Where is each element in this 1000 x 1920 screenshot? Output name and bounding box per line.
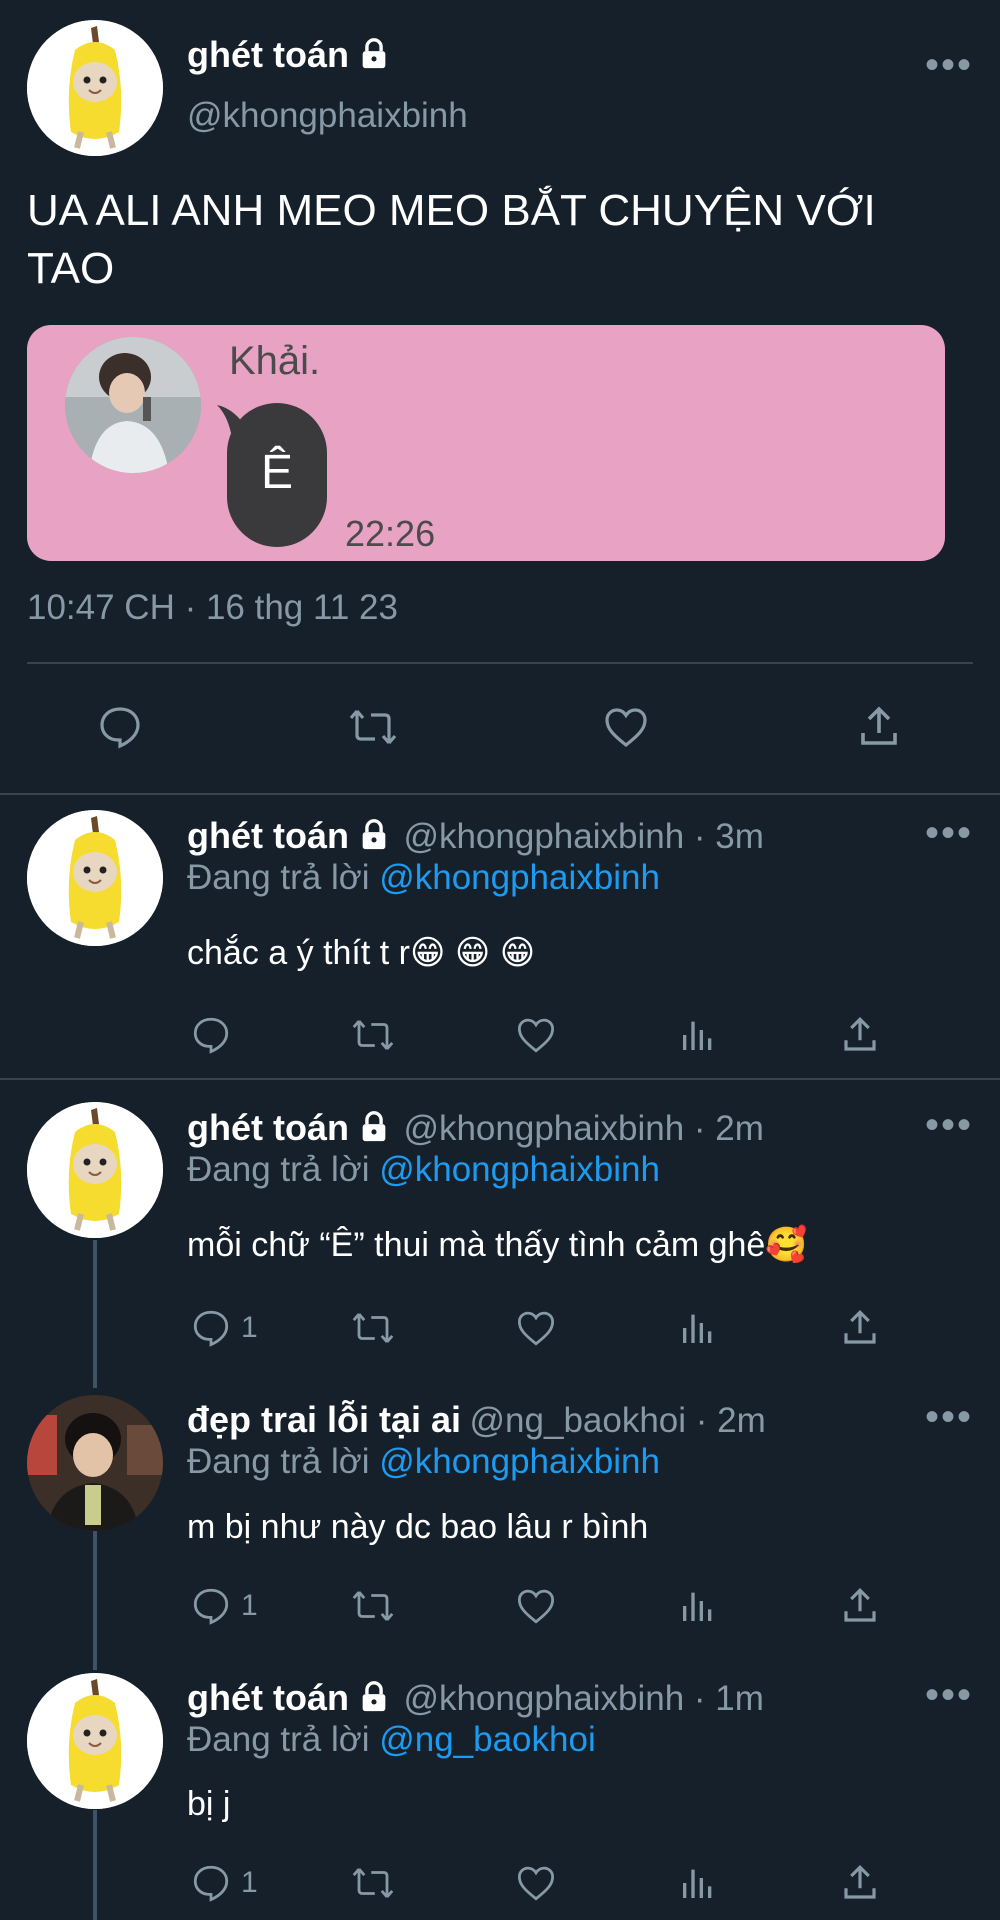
reply-text: chắc a ý thít t r😁 😁 😁 [187,934,536,972]
replying-to: Đang trả lời @khongphaixbinh [187,858,660,897]
avatar-banana-cat[interactable] [27,20,163,156]
replying-to: Đang trả lời @ng_baokhoi [187,1720,596,1759]
views-icon[interactable] [678,1304,718,1352]
display-name[interactable]: ghét toán [187,815,349,856]
user-handle[interactable]: @khongphaixbinh · 2m [403,1109,763,1148]
chat-time: 22:26 [345,513,436,554]
reply-text: m bị như này dc bao lâu r bình [187,1508,649,1546]
display-name[interactable]: ghét toán [187,34,349,75]
views-icon[interactable] [678,1582,718,1630]
avatar-banana-cat[interactable] [27,810,163,946]
display-name[interactable]: ghét toán [187,1107,349,1148]
retweet-icon[interactable] [348,1011,398,1059]
divider [27,662,973,664]
chat-sender-name: Khải. [229,339,321,383]
avatar-banana-cat[interactable] [27,1102,163,1238]
mention-link[interactable]: @khongphaixbinh [379,1442,660,1481]
share-icon[interactable] [839,1304,881,1352]
like-icon[interactable] [600,703,652,751]
like-icon[interactable] [513,1304,559,1352]
reply-icon[interactable] [189,1011,241,1059]
reply-text: mỗi chữ “Ê” thui mà thấy tình cảm ghê🥰 [187,1226,808,1264]
reply-header: ghét toán @khongphaixbinh · 2m [187,1107,764,1149]
retweet-icon[interactable] [348,1304,398,1352]
display-name[interactable]: ghét toán [187,1677,349,1718]
replying-to: Đang trả lời @khongphaixbinh [187,1150,660,1189]
avatar-banana-cat[interactable] [27,1673,163,1809]
reply-actions: 1 [0,1304,1000,1354]
retweet-icon[interactable] [348,1582,398,1630]
tweet-image[interactable]: Khải. Ê 22:26 [27,325,945,561]
reply-header: ghét toán @khongphaixbinh · 1m [187,1677,764,1719]
user-handle[interactable]: @khongphaixbinh · 1m [403,1679,763,1718]
reply-icon[interactable]: 1 [189,1582,258,1630]
user-handle[interactable]: @khongphaixbinh · 3m [403,817,763,856]
more-options-icon[interactable]: ••• [925,1675,973,1715]
share-icon[interactable] [839,1582,881,1630]
reply-text: bị j [187,1785,231,1823]
chat-bubble: Ê [217,403,327,547]
reply-header: đẹp trai lỗi tại ai @ng_baokhoi · 2m [187,1399,766,1441]
lock-icon [357,818,391,857]
share-icon[interactable] [839,1011,881,1059]
more-options-icon[interactable]: ••• [925,45,973,85]
more-options-icon[interactable]: ••• [925,813,973,853]
reply-icon[interactable]: 1 [189,1859,258,1907]
divider [0,793,1000,795]
like-icon[interactable] [513,1582,559,1630]
divider [0,1078,1000,1080]
chat-avatar [65,337,201,473]
share-icon[interactable] [855,703,903,751]
reply-actions: 1 [0,1582,1000,1632]
mention-link[interactable]: @khongphaixbinh [379,1150,660,1189]
reply-icon[interactable]: 1 [189,1304,258,1352]
tweet-actions [0,703,1000,753]
views-icon[interactable] [678,1011,718,1059]
avatar-user-photo[interactable] [27,1395,163,1531]
display-name[interactable]: đẹp trai lỗi tại ai [187,1399,461,1440]
views-icon[interactable] [678,1859,718,1907]
lock-icon [357,1110,391,1149]
reply-actions [0,1011,1000,1061]
like-icon[interactable] [513,1859,559,1907]
more-options-icon[interactable]: ••• [925,1397,973,1437]
mention-link[interactable]: @khongphaixbinh [379,858,660,897]
tweet-timestamp[interactable]: 10:47 CH · 16 thg 11 23 [27,588,398,628]
reply-count: 1 [241,1311,258,1344]
mention-link[interactable]: @ng_baokhoi [379,1720,596,1759]
retweet-icon[interactable] [348,1859,398,1907]
replying-to: Đang trả lời @khongphaixbinh [187,1442,660,1481]
reply-actions: 1 [0,1859,1000,1909]
reply-icon[interactable] [95,703,145,751]
reply-header: ghét toán @khongphaixbinh · 3m [187,815,764,857]
lock-icon [357,37,391,76]
share-icon[interactable] [839,1859,881,1907]
retweet-icon[interactable] [345,703,401,751]
user-handle[interactable]: @khongphaixbinh [187,96,468,136]
reply-count: 1 [241,1866,258,1899]
user-handle[interactable]: @ng_baokhoi · 2m [470,1401,766,1440]
like-icon[interactable] [513,1011,559,1059]
lock-icon [357,1680,391,1719]
reply-count: 1 [241,1589,258,1622]
tweet-text: UA ALI ANH MEO MEO BẮT CHUYỆN VỚI TAO [27,186,876,293]
more-options-icon[interactable]: ••• [925,1105,973,1145]
